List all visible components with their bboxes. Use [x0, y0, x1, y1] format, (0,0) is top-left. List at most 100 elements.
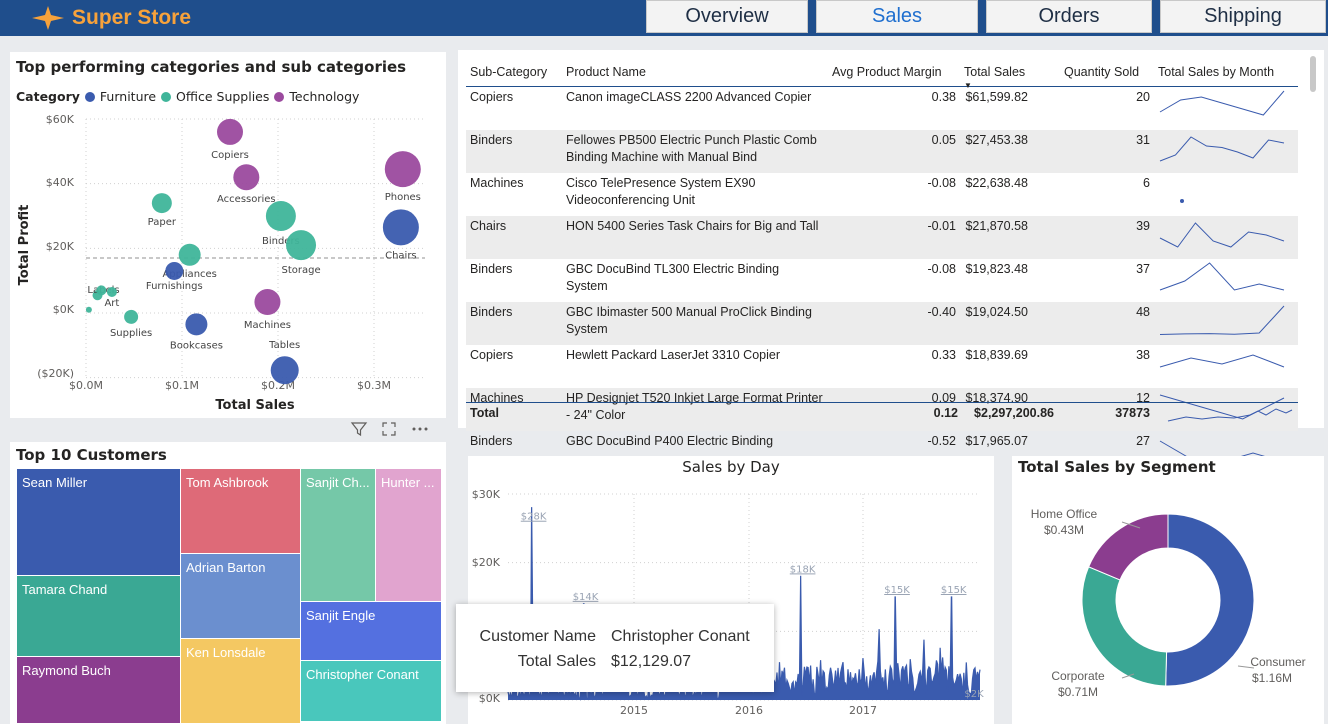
table-row[interactable]: Chairs HON 5400 Series Task Chairs for Bi…: [466, 215, 1298, 259]
tab-shipping[interactable]: Shipping: [1160, 0, 1326, 33]
scatter-point[interactable]: [185, 313, 208, 336]
more-options-icon[interactable]: [410, 420, 430, 438]
scatter-point[interactable]: [233, 164, 260, 191]
top-bar: Super Store Overview Sales Orders Shippi…: [0, 0, 1328, 36]
col-sub-category[interactable]: Sub-Category: [466, 58, 562, 87]
table-row[interactable]: Copiers Hewlett Packard LaserJet 3310 Cop…: [466, 345, 1298, 388]
scatter-point[interactable]: [286, 230, 317, 261]
cell-quantity-sold: 48: [1060, 301, 1154, 345]
col-sales-by-month[interactable]: Total Sales by Month: [1154, 58, 1298, 87]
cell-total-sales: $19,823.48: [965, 261, 1028, 276]
treemap-tile[interactable]: Sanjit Ch...: [300, 468, 376, 602]
scatter-point[interactable]: [124, 309, 139, 324]
sort-desc-icon: ▼: [964, 80, 972, 90]
segment-donut-chart[interactable]: Home Office $0.43M Corporate $0.71M Cons…: [1012, 478, 1324, 724]
scatter-point[interactable]: [217, 118, 243, 145]
legend-item-technology[interactable]: Technology: [289, 89, 359, 104]
legend-item-office-supplies[interactable]: Office Supplies: [176, 89, 269, 104]
cell-sparkline: [1154, 259, 1298, 302]
tooltip-key-sales: Total Sales: [517, 653, 596, 670]
visual-header-icons: [350, 418, 446, 440]
treemap-tile[interactable]: Adrian Barton: [180, 553, 301, 639]
scatter-point[interactable]: [85, 306, 92, 313]
treemap-tile[interactable]: Tom Ashbrook: [180, 468, 301, 554]
app-logo: Super Store: [30, 0, 191, 36]
segment-value-home-office: $0.43M: [1044, 523, 1084, 537]
table-row[interactable]: Machines Cisco TelePresence System EX90 V…: [466, 173, 1298, 216]
cell-sub-category: Copiers: [470, 347, 514, 362]
tab-orders[interactable]: Orders: [986, 0, 1152, 33]
tooltip-key-customer: Customer Name: [479, 628, 596, 645]
scatter-point[interactable]: [165, 261, 184, 280]
filter-icon[interactable]: [350, 420, 368, 438]
table-row[interactable]: Binders GBC Ibimaster 500 Manual ProClick…: [466, 301, 1298, 345]
col-total-sales-label: Total Sales: [964, 64, 1026, 79]
tab-sales[interactable]: Sales: [816, 0, 978, 33]
cell-total-sales: $21,870.58: [960, 215, 1060, 259]
point-label: Machines: [244, 320, 291, 331]
segment-label-consumer: Consumer: [1250, 655, 1305, 669]
cell-product-name: Canon imageCLASS 2200 Advanced Copier: [566, 89, 812, 104]
table-scrollbar[interactable]: [1310, 56, 1316, 92]
scatter-point[interactable]: [265, 201, 296, 231]
donut-slice-consumer[interactable]: [1165, 513, 1255, 687]
total-sparkline: [1167, 408, 1293, 422]
scatter-point[interactable]: [106, 286, 117, 297]
point-label: Art: [104, 298, 119, 309]
x-axis-label: Total Sales: [215, 398, 294, 413]
x-tick: 2017: [849, 704, 877, 717]
x-tick: 2015: [620, 704, 648, 717]
cell-avg-margin: -0.08: [927, 261, 957, 276]
customers-treemap-panel[interactable]: Top 10 Customers Sean Miller Tamara Chan…: [10, 442, 446, 724]
y-tick: $0K: [479, 692, 501, 705]
segment-panel[interactable]: Total Sales by Segment Home Office $0.43…: [1012, 456, 1324, 724]
table-row[interactable]: Binders GBC DocuBind TL300 Electric Bindi…: [466, 259, 1298, 302]
cell-total-sales: $19,024.50: [960, 301, 1060, 345]
point-label: Furnishings: [146, 281, 203, 292]
point-label: Tables: [268, 340, 300, 351]
total-label: Total: [470, 406, 499, 420]
cell-avg-margin: 0.38: [931, 89, 956, 104]
products-table-panel[interactable]: Sub-Category Product Name Avg Product Ma…: [458, 50, 1324, 463]
table-total-row: Total 0.12 $2,297,200.86 37873: [466, 402, 1298, 424]
total-quantity: 37873: [1115, 406, 1150, 420]
table-row[interactable]: Binders Fellowes PB500 Electric Punch Pla…: [466, 129, 1298, 173]
app-title: Super Store: [72, 6, 192, 29]
focus-mode-icon[interactable]: [380, 420, 398, 438]
col-product-name[interactable]: Product Name: [562, 58, 828, 87]
point-label: Phones: [385, 192, 421, 203]
segment-label-home-office: Home Office: [1031, 507, 1098, 521]
col-avg-margin[interactable]: Avg Product Margin: [828, 58, 960, 87]
treemap-tile[interactable]: Christopher Conant: [300, 660, 442, 722]
treemap-tile[interactable]: Ken Lonsdale: [180, 638, 301, 724]
legend-dot-furniture: [84, 91, 95, 102]
customers-title: Top 10 Customers: [16, 446, 167, 464]
cell-sub-category: Machines: [470, 175, 524, 190]
y-tick: $40K: [46, 176, 75, 189]
table-row[interactable]: Copiers Canon imageCLASS 2200 Advanced Co…: [466, 86, 1298, 130]
y-tick: $60K: [46, 113, 75, 126]
scatter-point[interactable]: [254, 289, 281, 316]
y-tick: $20K: [472, 556, 501, 569]
treemap-tile[interactable]: Sean Miller: [16, 468, 181, 576]
y-tick: $0K: [53, 303, 75, 316]
col-quantity-sold[interactable]: Quantity Sold: [1060, 58, 1154, 87]
scatter-panel[interactable]: Top performing categories and sub catego…: [10, 52, 446, 418]
scatter-point[interactable]: [384, 151, 421, 188]
treemap-tile[interactable]: Raymond Buch: [16, 656, 181, 724]
scatter-point[interactable]: [96, 285, 107, 296]
scatter-point[interactable]: [178, 243, 201, 266]
scatter-point[interactable]: [270, 356, 299, 385]
treemap-tile[interactable]: Sanjit Engle: [300, 601, 442, 661]
treemap-tile[interactable]: Hunter ...: [375, 468, 442, 602]
treemap-tile[interactable]: Tamara Chand: [16, 575, 181, 657]
tab-overview[interactable]: Overview: [646, 0, 808, 33]
scatter-chart[interactable]: $60K $40K $20K $0K ($20K) $0.0M $0.1M $0…: [10, 110, 446, 418]
col-total-sales[interactable]: Total Sales ▼: [960, 58, 1060, 90]
scatter-point[interactable]: [151, 193, 172, 214]
legend-item-furniture[interactable]: Furniture: [100, 89, 156, 104]
point-label: Supplies: [110, 328, 152, 339]
scatter-point[interactable]: [382, 209, 419, 246]
cell-quantity-sold: 6: [1143, 175, 1150, 190]
cell-sub-category: Binders: [466, 301, 562, 345]
